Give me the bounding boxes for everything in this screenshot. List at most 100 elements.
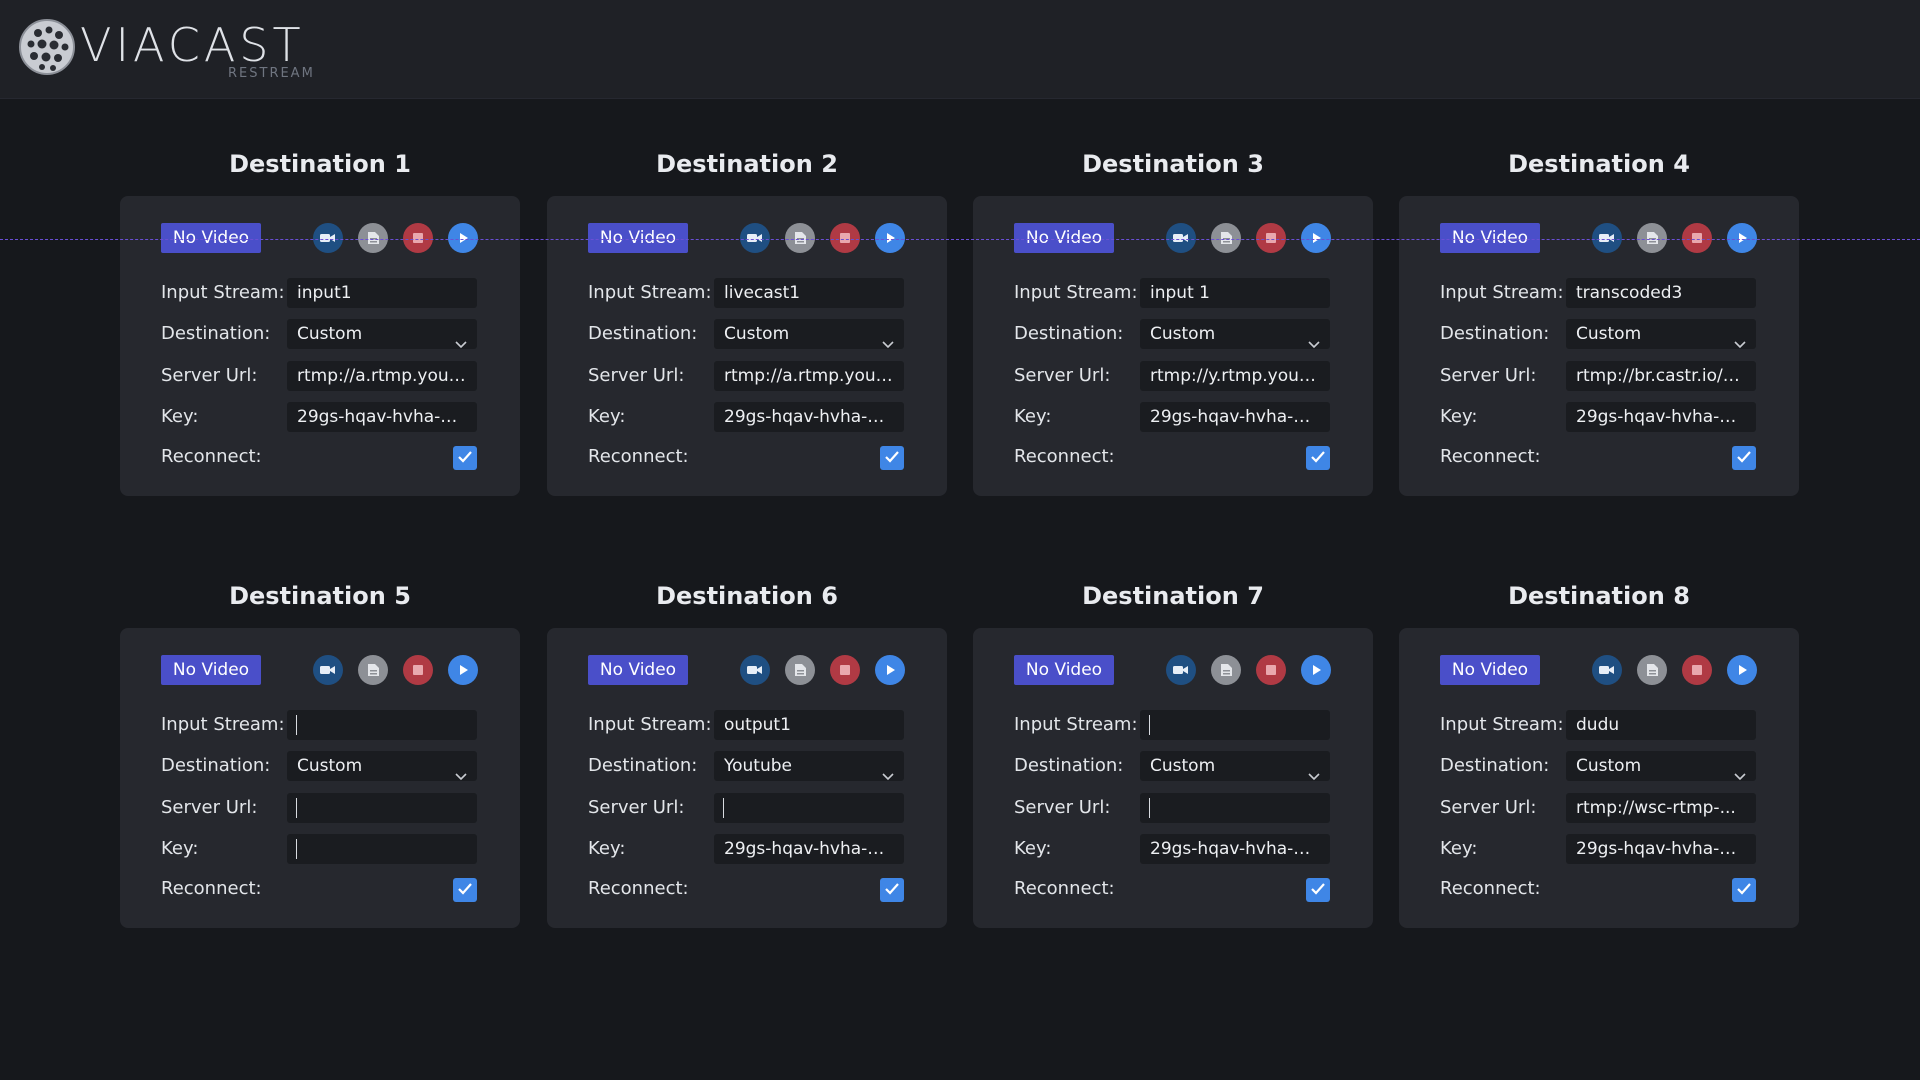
reconnect-checkbox[interactable] [1732, 446, 1756, 470]
play-icon[interactable] [875, 223, 905, 253]
checkmark-icon [1736, 881, 1752, 900]
video-camera-icon[interactable] [740, 223, 770, 253]
key-field[interactable]: 29gs-hqav-hvha-b... [1566, 402, 1756, 432]
play-icon[interactable] [448, 223, 478, 253]
stop-icon[interactable] [403, 655, 433, 685]
server-url-field[interactable]: rtmp://a.rtmp.yout... [287, 361, 477, 391]
reconnect-checkbox[interactable] [1732, 878, 1756, 902]
destination-select[interactable]: Custom [287, 319, 477, 349]
video-camera-icon[interactable] [1166, 655, 1196, 685]
key-field[interactable]: 29gs-hqav-hvha-b... [1566, 834, 1756, 864]
stop-icon[interactable] [403, 223, 433, 253]
key-field[interactable]: 29gs-hqav-hvha-b... [287, 402, 477, 432]
destination-select[interactable]: Custom [1140, 319, 1330, 349]
server-url-field[interactable]: rtmp://a.rtmp.yout... [714, 361, 904, 391]
server-url-field[interactable] [1140, 793, 1330, 823]
input-stream-field[interactable]: dudu [1566, 710, 1756, 740]
input-stream-field[interactable] [287, 710, 477, 740]
destination-select-value: Custom [1150, 756, 1216, 776]
no-video-badge: No Video [161, 655, 261, 685]
destination-label: Destination: [1014, 755, 1124, 776]
stop-icon[interactable] [1682, 223, 1712, 253]
server-url-row: Server Url: [588, 793, 904, 823]
input-stream-label: Input Stream: [588, 714, 712, 735]
no-video-badge: No Video [1440, 223, 1540, 253]
document-icon[interactable] [785, 655, 815, 685]
video-camera-icon[interactable] [313, 223, 343, 253]
key-field[interactable]: 29gs-hqav-hvha-b... [1140, 834, 1330, 864]
destination-row: Destination: Custom [1014, 751, 1330, 781]
reconnect-checkbox[interactable] [880, 446, 904, 470]
destination-select[interactable]: Custom [1566, 319, 1756, 349]
document-icon[interactable] [358, 655, 388, 685]
checkmark-icon [457, 449, 473, 468]
reconnect-row: Reconnect: [161, 442, 477, 472]
destination-title: Destination 5 [229, 582, 411, 610]
server-url-row: Server Url: rtmp://a.rtmp.yout... [588, 361, 904, 391]
key-field[interactable]: 29gs-hqav-hvha-b... [714, 834, 904, 864]
play-icon[interactable] [875, 655, 905, 685]
video-camera-icon[interactable] [740, 655, 770, 685]
key-field[interactable]: 29gs-hqav-hvha-b... [714, 402, 904, 432]
video-camera-icon[interactable] [1592, 655, 1622, 685]
server-url-row: Server Url: [1014, 793, 1330, 823]
input-stream-field[interactable]: output1 [714, 710, 904, 740]
video-camera-icon[interactable] [1592, 223, 1622, 253]
play-icon[interactable] [1727, 223, 1757, 253]
input-stream-field[interactable]: input1 [287, 278, 477, 308]
destination-select[interactable]: Custom [714, 319, 904, 349]
server-url-field[interactable] [287, 793, 477, 823]
document-icon[interactable] [1211, 655, 1241, 685]
play-icon[interactable] [1301, 655, 1331, 685]
chevron-down-icon [1734, 761, 1746, 781]
server-url-field[interactable]: rtmp://br.castr.io/s... [1566, 361, 1756, 391]
play-icon[interactable] [448, 655, 478, 685]
input-stream-field[interactable]: transcoded3 [1566, 278, 1756, 308]
play-icon[interactable] [1301, 223, 1331, 253]
server-url-row: Server Url: rtmp://br.castr.io/s... [1440, 361, 1756, 391]
document-icon[interactable] [1637, 655, 1667, 685]
reconnect-checkbox[interactable] [1306, 878, 1330, 902]
reconnect-checkbox[interactable] [1306, 446, 1330, 470]
server-url-field[interactable]: rtmp://y.rtmp.yout... [1140, 361, 1330, 391]
stop-icon[interactable] [1682, 655, 1712, 685]
stop-icon[interactable] [1256, 223, 1286, 253]
stop-icon[interactable] [1256, 655, 1286, 685]
play-icon[interactable] [1727, 655, 1757, 685]
input-stream-field[interactable]: livecast1 [714, 278, 904, 308]
key-row: Key: [161, 834, 477, 864]
document-icon[interactable] [358, 223, 388, 253]
destination-select[interactable]: Custom [1566, 751, 1756, 781]
document-icon[interactable] [1637, 223, 1667, 253]
stop-icon[interactable] [830, 655, 860, 685]
document-icon[interactable] [785, 223, 815, 253]
stop-icon[interactable] [830, 223, 860, 253]
logo-globe-icon [19, 19, 75, 75]
video-camera-icon[interactable] [313, 655, 343, 685]
video-camera-icon[interactable] [1166, 223, 1196, 253]
reconnect-label: Reconnect: [161, 446, 262, 467]
destination-select[interactable]: Custom [287, 751, 477, 781]
reconnect-checkbox[interactable] [453, 878, 477, 902]
logo-subtitle: RESTREAM [228, 66, 315, 81]
card-toolbar: No Video [161, 220, 491, 253]
reconnect-checkbox[interactable] [453, 446, 477, 470]
key-row: Key: 29gs-hqav-hvha-b... [588, 834, 904, 864]
input-stream-field[interactable]: input 1 [1140, 278, 1330, 308]
key-row: Key: 29gs-hqav-hvha-b... [1440, 402, 1756, 432]
destination-panel-8: Destination 8 No Video Input Stream: dud… [1399, 578, 1799, 928]
destination-row: Destination: Custom [1440, 319, 1756, 349]
document-icon[interactable] [1211, 223, 1241, 253]
input-stream-field[interactable] [1140, 710, 1330, 740]
key-field[interactable] [287, 834, 477, 864]
destination-select[interactable]: Custom [1140, 751, 1330, 781]
server-url-field[interactable]: rtmp://wsc-rtmp-... [1566, 793, 1756, 823]
destination-title: Destination 2 [656, 150, 838, 178]
card-toolbar: No Video [1440, 220, 1770, 253]
destination-select[interactable]: Youtube [714, 751, 904, 781]
server-url-field[interactable] [714, 793, 904, 823]
reconnect-checkbox[interactable] [880, 878, 904, 902]
key-field[interactable]: 29gs-hqav-hvha-b... [1140, 402, 1330, 432]
key-row: Key: 29gs-hqav-hvha-b... [1440, 834, 1756, 864]
destination-label: Destination: [588, 323, 698, 344]
